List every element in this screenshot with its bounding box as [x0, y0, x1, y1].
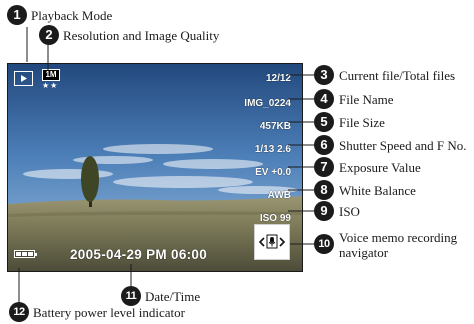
callout-number-12: 12: [9, 302, 29, 322]
iso-value: ISO 99: [259, 213, 291, 224]
shutter-fno: 1/13 2.6: [254, 144, 291, 155]
callout-number-3: 3: [314, 65, 334, 85]
callout-number-8: 8: [314, 180, 334, 200]
microphone-navigator-icon: [258, 234, 286, 249]
callout-label-resolution-quality: Resolution and Image Quality: [63, 28, 220, 43]
callout-number-10: 10: [314, 234, 334, 254]
callout-label-file-size: File Size: [339, 115, 385, 130]
quality-stars-icon: ★★: [42, 81, 59, 90]
callout-label-file-counter: Current file/Total files: [339, 68, 456, 83]
callout-label-playback-mode: Playback Mode: [31, 8, 113, 23]
callout-label-date-time: Date/Time: [145, 289, 201, 304]
callout-number-2: 2: [39, 25, 59, 45]
callout-label-white-balance: White Balance: [339, 183, 416, 198]
callout-number-4: 4: [314, 89, 334, 109]
callout-label-exposure: Exposure Value: [339, 160, 421, 175]
file-size: 457KB: [259, 121, 291, 132]
playback-mode-icon: [14, 71, 33, 86]
file-counter: 12/12: [265, 73, 291, 84]
callout-number-1: 1: [7, 5, 27, 25]
callout-label-file-name: File Name: [339, 92, 394, 107]
date-time: 2005-04-29 PM 06:00: [70, 247, 208, 262]
resolution-badge: 1M: [42, 69, 60, 81]
voice-memo-navigator[interactable]: [254, 224, 290, 260]
battery-icon: [14, 250, 37, 258]
callout-label-battery: Battery power level indicator: [33, 305, 185, 320]
callout-number-7: 7: [314, 157, 334, 177]
callout-number-11: 11: [121, 286, 141, 306]
callout-number-9: 9: [314, 201, 334, 221]
lcd-screen: 1M ★★ 12/12 IMG_0224 457KB 1/13 2.6 EV +…: [7, 63, 303, 272]
callout-number-5: 5: [314, 112, 334, 132]
file-name: IMG_0224: [244, 98, 291, 109]
white-balance: AWB: [267, 190, 291, 201]
exposure-value: EV +0.0: [255, 167, 291, 178]
callout-number-6: 6: [314, 135, 334, 155]
callout-label-shutter-fno: Shutter Speed and F No.: [339, 138, 467, 153]
callout-label-iso: ISO: [339, 204, 360, 219]
callout-label-voice-memo: Voice memo recording navigator: [339, 230, 458, 260]
